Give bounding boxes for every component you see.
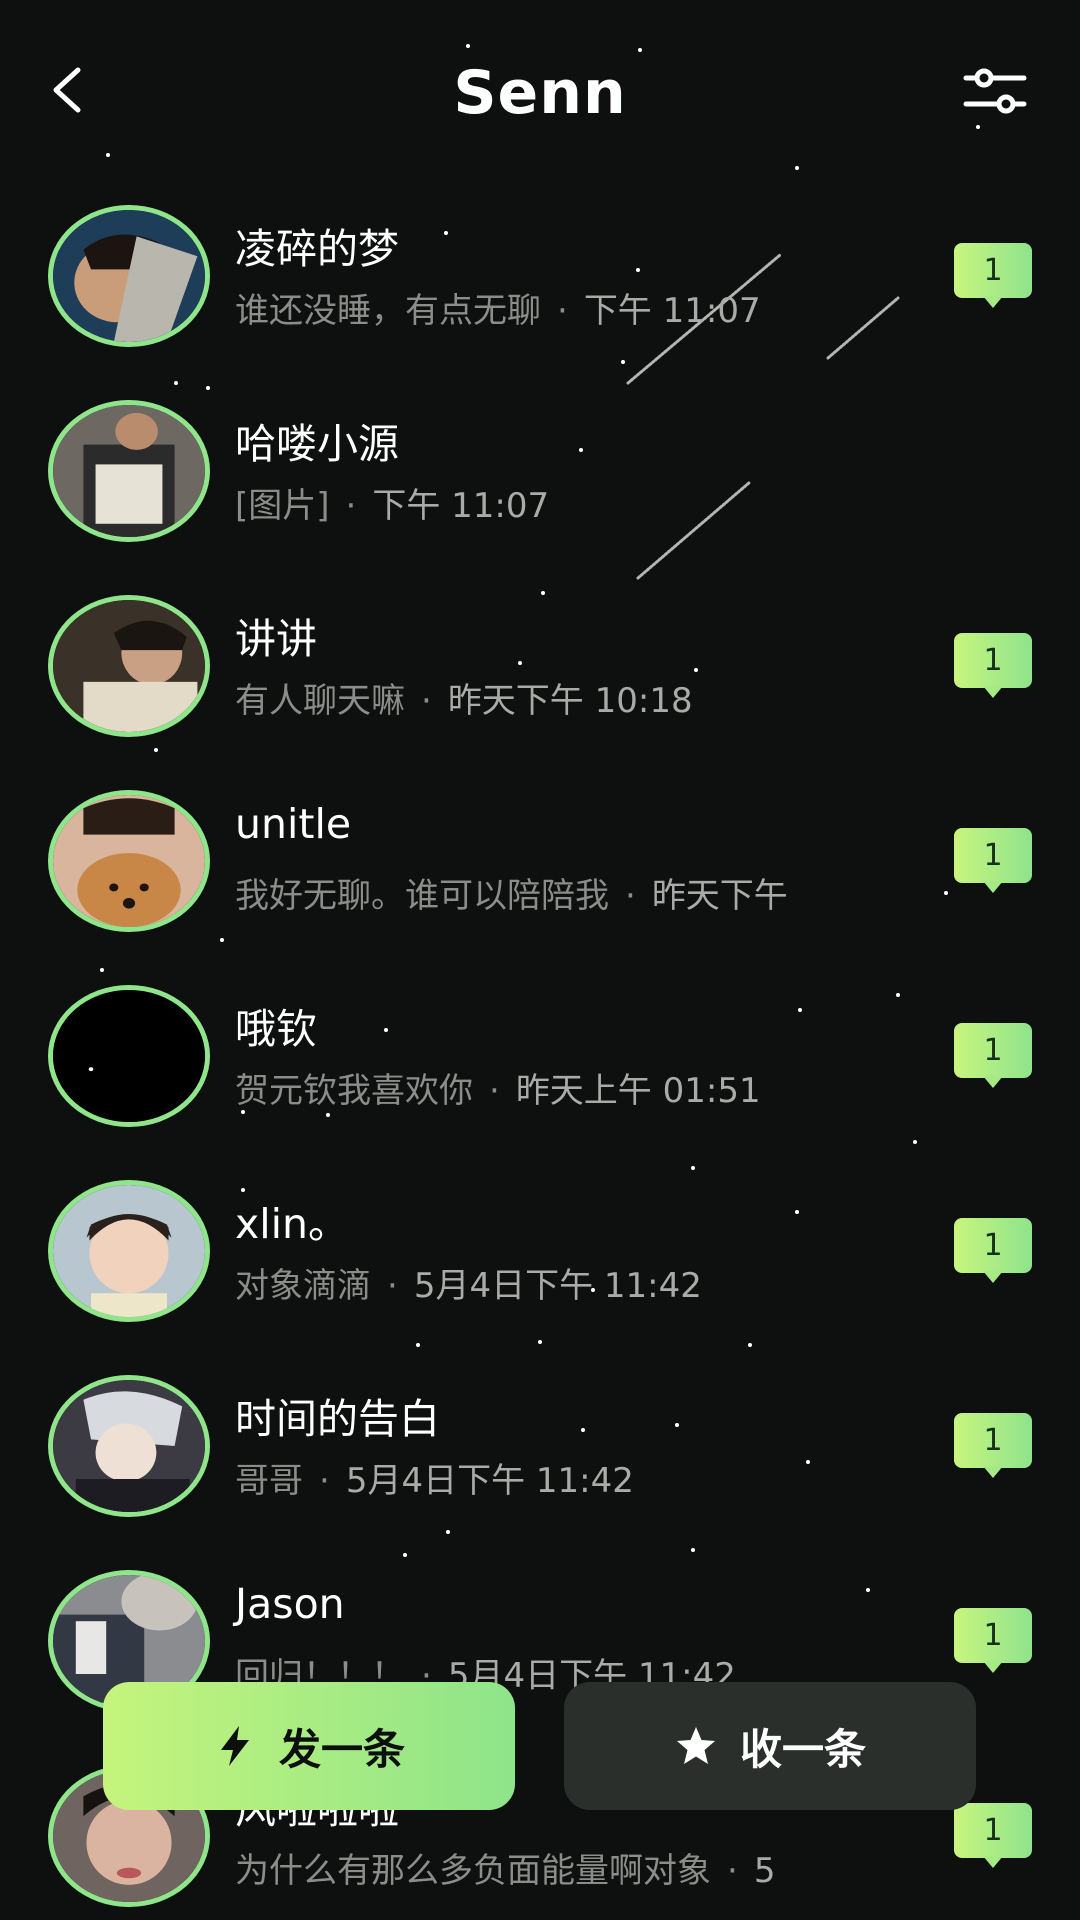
avatar-photo-icon bbox=[53, 1185, 205, 1317]
unread-count: 1 bbox=[954, 1023, 1032, 1078]
message-preview-line: 为什么有那么多负面能量啊对象 · 5 bbox=[235, 1851, 776, 1891]
avatar-photo-icon bbox=[53, 1380, 205, 1512]
sliders-icon bbox=[963, 68, 1027, 114]
unread-badge: 1 bbox=[954, 1413, 1032, 1483]
contact-name: Jason bbox=[235, 1580, 345, 1628]
receive-button-label: 收一条 bbox=[739, 1724, 866, 1774]
contact-name: 凌碎的梦 bbox=[235, 225, 399, 273]
message-preview-line: 哥哥 · 5月4日下午 11:42 bbox=[235, 1461, 634, 1501]
unread-badge: 1 bbox=[954, 828, 1032, 898]
conversation-row[interactable]: 时间的告白 哥哥 · 5月4日下午 11:42 1 bbox=[0, 1365, 1080, 1560]
unread-badge: 1 bbox=[954, 1803, 1032, 1873]
message-preview: 对象滴滴 bbox=[235, 1266, 371, 1306]
message-preview: 为什么有那么多负面能量啊对象 bbox=[235, 1851, 711, 1891]
avatar[interactable] bbox=[48, 1180, 210, 1322]
timestamp: 下午 11:07 bbox=[583, 291, 761, 331]
conversation-row[interactable]: 哦钦 贺元钦我喜欢你 · 昨天上午 01:51 1 bbox=[0, 975, 1080, 1170]
unread-badge: 1 bbox=[954, 243, 1032, 313]
timestamp: 5月4日下午 11:42 bbox=[413, 1266, 702, 1306]
contact-name: 时间的告白 bbox=[235, 1395, 440, 1443]
unread-count: 1 bbox=[954, 243, 1032, 298]
message-preview-line: [图片] · 下午 11:07 bbox=[235, 486, 550, 526]
message-preview-line: 贺元钦我喜欢你 · 昨天上午 01:51 bbox=[235, 1071, 761, 1111]
conversation-row[interactable]: xlin。 对象滴滴 · 5月4日下午 11:42 1 bbox=[0, 1170, 1080, 1365]
avatar[interactable] bbox=[48, 790, 210, 932]
avatar-photo-icon bbox=[53, 405, 205, 537]
message-preview: 有人聊天嘛 bbox=[235, 681, 405, 721]
timestamp: 5 bbox=[753, 1851, 776, 1891]
avatar[interactable] bbox=[48, 205, 210, 347]
message-preview-line: 我好无聊。谁可以陪陪我 · 昨天下午 bbox=[235, 876, 788, 916]
conversation-row[interactable]: 哈喽小源 [图片] · 下午 11:07 bbox=[0, 390, 1080, 585]
message-preview-line: 对象滴滴 · 5月4日下午 11:42 bbox=[235, 1266, 702, 1306]
contact-name: 讲讲 bbox=[235, 615, 317, 663]
send-message-button[interactable]: 发一条 bbox=[103, 1682, 515, 1810]
contact-name: 哦钦 bbox=[235, 1005, 317, 1053]
page-title: Senn bbox=[453, 58, 627, 128]
message-preview: 我好无聊。谁可以陪陪我 bbox=[235, 876, 609, 916]
unread-count: 1 bbox=[954, 633, 1032, 688]
unread-badge: 1 bbox=[954, 1608, 1032, 1678]
timestamp: 昨天下午 10:18 bbox=[447, 681, 693, 721]
unread-count: 1 bbox=[954, 1413, 1032, 1468]
conversation-row[interactable]: 凌碎的梦 谁还没睡，有点无聊 · 下午 11:07 1 bbox=[0, 195, 1080, 390]
unread-badge: 1 bbox=[954, 1218, 1032, 1288]
timestamp: 5月4日下午 11:42 bbox=[345, 1461, 634, 1501]
message-preview: [图片] bbox=[235, 486, 330, 526]
avatar[interactable] bbox=[48, 400, 210, 542]
star-icon bbox=[676, 1727, 715, 1764]
top-bar: Senn bbox=[0, 0, 1080, 190]
contact-name: unitle bbox=[235, 800, 352, 848]
unread-count: 1 bbox=[954, 828, 1032, 883]
avatar[interactable] bbox=[48, 985, 210, 1127]
send-button-label: 发一条 bbox=[278, 1724, 405, 1774]
message-preview: 贺元钦我喜欢你 bbox=[235, 1071, 473, 1111]
avatar-photo-icon bbox=[53, 210, 205, 342]
unread-badge: 1 bbox=[954, 633, 1032, 703]
message-preview: 哥哥 bbox=[235, 1461, 303, 1501]
avatar-photo-icon bbox=[53, 990, 205, 1122]
unread-count: 1 bbox=[954, 1803, 1032, 1858]
lightning-icon bbox=[220, 1726, 249, 1766]
filter-button[interactable] bbox=[960, 64, 1030, 120]
timestamp: 下午 11:07 bbox=[372, 486, 550, 526]
message-preview-line: 有人聊天嘛 · 昨天下午 10:18 bbox=[235, 681, 693, 721]
conversation-row[interactable]: unitle 我好无聊。谁可以陪陪我 · 昨天下午 1 bbox=[0, 780, 1080, 975]
message-preview-line: 谁还没睡，有点无聊 · 下午 11:07 bbox=[235, 291, 761, 331]
receive-message-button[interactable]: 收一条 bbox=[564, 1682, 976, 1810]
avatar[interactable] bbox=[48, 1375, 210, 1517]
avatar[interactable] bbox=[48, 595, 210, 737]
avatar-photo-icon bbox=[53, 795, 205, 927]
contact-name: xlin。 bbox=[235, 1200, 350, 1248]
unread-count: 1 bbox=[954, 1608, 1032, 1663]
avatar-photo-icon bbox=[53, 600, 205, 732]
contact-name: 哈喽小源 bbox=[235, 420, 399, 468]
unread-badge: 1 bbox=[954, 1023, 1032, 1093]
message-preview: 谁还没睡，有点无聊 bbox=[235, 291, 541, 331]
conversation-row[interactable]: 讲讲 有人聊天嘛 · 昨天下午 10:18 1 bbox=[0, 585, 1080, 780]
unread-count: 1 bbox=[954, 1218, 1032, 1273]
timestamp: 昨天上午 01:51 bbox=[515, 1071, 761, 1111]
timestamp: 昨天下午 bbox=[651, 876, 788, 916]
